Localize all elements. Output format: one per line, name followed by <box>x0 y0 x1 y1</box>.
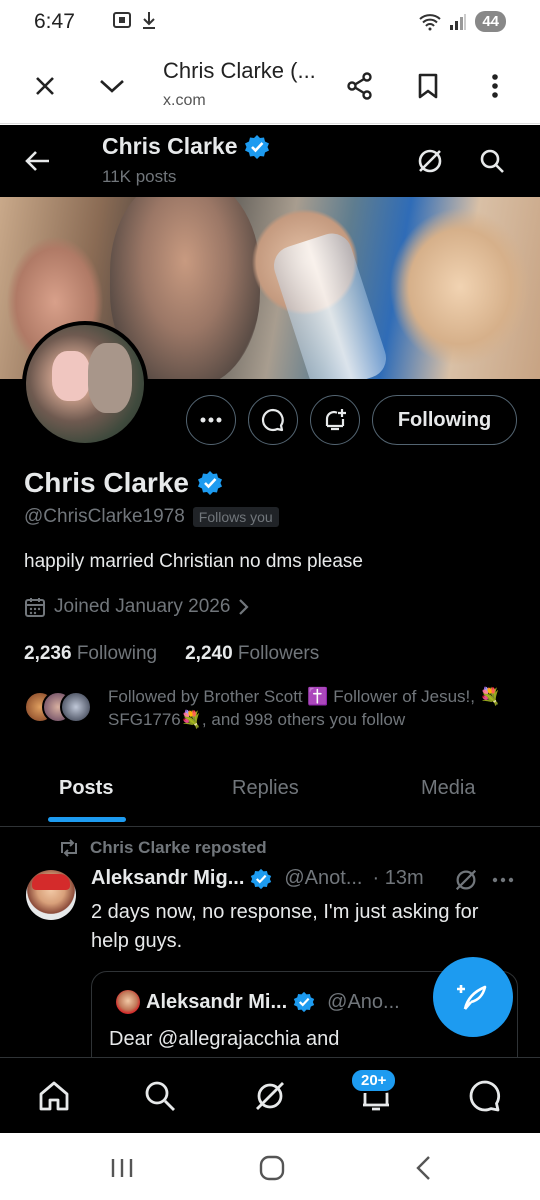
follows-you-badge: Follows you <box>192 507 279 527</box>
message-bubble-icon <box>261 408 284 432</box>
browser-tab-title: Chris Clarke (... <box>163 58 316 83</box>
followers-count-link[interactable]: 2,240 Followers <box>185 643 319 665</box>
more-vertical-icon[interactable] <box>475 66 515 106</box>
profile-avatar[interactable] <box>22 321 148 447</box>
status-system-icons: 44 <box>419 11 506 32</box>
following-count-link[interactable]: 2,236 Following <box>24 643 157 665</box>
repost-indicator: Chris Clarke reposted <box>58 838 267 858</box>
profile-display-name: Chris Clarke <box>24 467 223 499</box>
calendar-icon <box>25 598 45 617</box>
tweet-author-avatar[interactable] <box>26 870 76 920</box>
quoted-tweet-header: Aleksandr Mi... @Ano... <box>116 990 400 1014</box>
notifications-badge: 20+ <box>350 1068 398 1093</box>
notify-button[interactable] <box>310 395 360 445</box>
joined-date[interactable]: Joined January 2026 <box>24 596 250 618</box>
share-icon[interactable] <box>340 66 380 106</box>
follow-counts: 2,236 Following 2,240 Followers <box>24 643 319 665</box>
tweet-header: Aleksandr Mig... @Anot... · 13m <box>91 867 424 890</box>
verified-badge-icon <box>251 868 272 889</box>
display-name-text: Chris Clarke <box>24 467 189 498</box>
explore-search-icon[interactable] <box>140 1076 180 1116</box>
status-bar: 6:47 44 <box>0 0 540 46</box>
grok-icon[interactable] <box>453 867 479 898</box>
browser-custom-tab-bar: Chris Clarke (... x.com <box>0 46 540 124</box>
quoted-author-name: Aleksandr Mi... <box>146 990 288 1013</box>
bottom-nav: 20+ <box>0 1057 540 1133</box>
handle-row: @ChrisClarke1978 Follows you <box>24 506 279 528</box>
status-notification-icons <box>112 10 158 30</box>
back-arrow-icon[interactable] <box>20 143 56 179</box>
verified-badge-icon <box>294 991 315 1013</box>
followers-label: Followers <box>237 643 320 664</box>
header-name-text: Chris Clarke <box>102 133 238 159</box>
header-post-count: 11K posts <box>102 167 177 186</box>
chevron-down-icon[interactable] <box>92 66 132 106</box>
bell-plus-icon <box>325 409 346 431</box>
system-nav-bar <box>0 1133 540 1200</box>
following-count: 2,236 <box>24 643 72 664</box>
tweet-author-name[interactable]: Aleksandr Mig... <box>91 867 244 890</box>
tweet-author-handle: @Anot... <box>284 867 363 889</box>
search-icon[interactable] <box>474 143 510 179</box>
following-label: Following <box>76 643 158 664</box>
verified-badge-icon <box>197 471 222 495</box>
joined-text: Joined January 2026 <box>54 596 231 617</box>
following-button[interactable]: Following <box>372 395 517 445</box>
header-profile-name: Chris Clarke <box>102 133 270 160</box>
download-icon <box>143 12 155 29</box>
profile-bio: happily married Christian no dms please <box>24 551 363 572</box>
compose-post-button[interactable] <box>433 957 513 1037</box>
x-profile-page: Chris Clarke 11K posts Following Chris C… <box>0 125 540 1133</box>
status-time: 6:47 <box>34 10 75 33</box>
messages-icon[interactable] <box>465 1076 505 1116</box>
tweet-body: 2 days now, no response, I'm just asking… <box>91 901 479 952</box>
battery-indicator: 44 <box>475 11 506 32</box>
more-options-button[interactable] <box>186 395 236 445</box>
more-horizontal-icon <box>200 417 222 423</box>
active-tab-indicator <box>48 817 126 822</box>
wifi-icon <box>419 13 441 30</box>
tab-replies[interactable]: Replies <box>232 777 299 800</box>
signal-icon <box>450 13 467 30</box>
followed-by-text: Followed by Brother Scott ✝️ Follower of… <box>108 687 501 729</box>
tab-posts[interactable]: Posts <box>59 777 113 800</box>
quoted-author-handle: @Ano... <box>327 990 400 1013</box>
repost-label: Chris Clarke reposted <box>90 838 267 857</box>
tweet-timestamp: · 13m <box>372 867 424 889</box>
bookmark-icon[interactable] <box>408 66 448 106</box>
repost-icon <box>61 839 77 857</box>
grok-nav-icon[interactable] <box>250 1076 290 1116</box>
quoted-tweet-text: Dear @allegrajacchia and <box>109 1028 340 1050</box>
followers-count: 2,240 <box>185 643 233 664</box>
back-button-icon[interactable] <box>408 1153 438 1183</box>
grok-icon[interactable] <box>412 143 448 179</box>
profile-handle: @ChrisClarke1978 <box>24 506 185 527</box>
home-icon[interactable] <box>34 1076 74 1116</box>
browser-tab-url: x.com <box>163 92 206 109</box>
recent-apps-icon[interactable] <box>107 1153 137 1183</box>
profile-top-nav: Chris Clarke 11K posts <box>0 125 540 197</box>
quoted-author-avatar <box>116 990 140 1014</box>
compose-feather-icon <box>457 985 487 1010</box>
tab-media[interactable]: Media <box>421 777 475 800</box>
verified-badge-icon <box>244 134 269 159</box>
tweet-more-icon[interactable] <box>492 867 514 898</box>
followed-by-avatars <box>24 691 94 725</box>
screenshot-icon <box>113 12 131 28</box>
close-icon[interactable] <box>25 66 65 106</box>
home-button-icon[interactable] <box>257 1153 287 1183</box>
followed-by-row[interactable]: Followed by Brother Scott ✝️ Follower of… <box>24 685 524 735</box>
chevron-right-icon <box>239 599 249 615</box>
message-button[interactable] <box>248 395 298 445</box>
